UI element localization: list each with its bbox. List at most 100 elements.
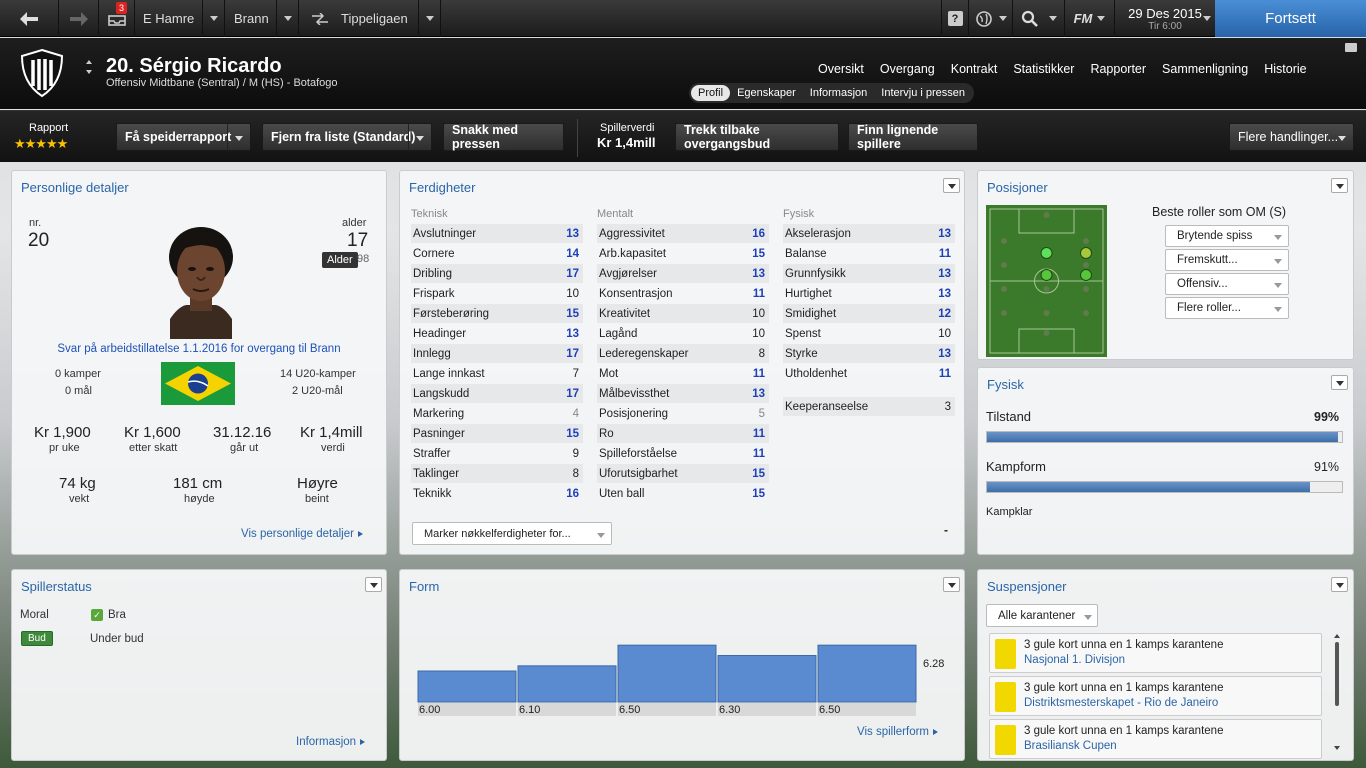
tab-historie[interactable]: Historie <box>1256 62 1314 76</box>
attribute-row[interactable]: Styrke 13 <box>783 344 955 363</box>
chevron-up-icon[interactable] <box>86 60 92 64</box>
attribute-row[interactable]: Straffer 9 <box>411 444 583 463</box>
scroll-down-icon[interactable] <box>1334 746 1340 750</box>
more-actions-button[interactable]: Flere handlinger... <box>1229 123 1354 151</box>
panel-menu-button[interactable] <box>1331 375 1348 390</box>
role-brytende-spiss[interactable]: Brytende spiss <box>1165 225 1289 247</box>
attribute-row[interactable]: Spenst 10 <box>783 324 955 343</box>
attribute-row[interactable]: Hurtighet 13 <box>783 284 955 303</box>
attribute-row[interactable]: Innlegg 17 <box>411 344 583 363</box>
form-bar[interactable] <box>717 655 817 703</box>
subtab-intervju[interactable]: Intervju i pressen <box>874 85 972 101</box>
withdraw-bid-button[interactable]: Trekk tilbake overgangsbud <box>675 123 839 151</box>
attribute-row[interactable]: Ro 11 <box>597 424 769 443</box>
scrollbar[interactable] <box>1332 632 1342 758</box>
suspension-competition[interactable]: Brasiliansk Cupen <box>1024 740 1117 752</box>
manager-menu[interactable]: E Hamre <box>135 0 203 37</box>
subtab-egenskaper[interactable]: Egenskaper <box>730 85 803 101</box>
chevron-down-icon[interactable] <box>86 70 92 74</box>
attribute-row[interactable]: Taklinger 8 <box>411 464 583 483</box>
suspension-item[interactable]: 3 gule kort unna en 1 kamps karantene Br… <box>989 719 1322 759</box>
attribute-row[interactable]: Dribling 17 <box>411 264 583 283</box>
tab-rapporter[interactable]: Rapporter <box>1082 62 1154 76</box>
back-button[interactable] <box>0 0 59 37</box>
attribute-row[interactable]: Lange innkast 7 <box>411 364 583 383</box>
panel-toggle-icon[interactable] <box>1345 43 1357 52</box>
player-switcher[interactable] <box>86 60 96 82</box>
date-dropdown-icon[interactable] <box>1203 16 1211 21</box>
inbox-button[interactable]: 3 <box>99 0 135 37</box>
suspension-item[interactable]: 3 gule kort unna en 1 kamps karantene Di… <box>989 676 1322 716</box>
subtab-informasjon[interactable]: Informasjon <box>803 85 874 101</box>
attribute-row[interactable]: Markering 4 <box>411 404 583 423</box>
panel-menu-button[interactable] <box>943 178 960 193</box>
work-permit-link[interactable]: Svar på arbeidstillatelse 1.1.2016 for o… <box>12 343 386 355</box>
attribute-row[interactable]: Uforutsigbarhet 15 <box>597 464 769 483</box>
attribute-row[interactable]: Lederegenskaper 8 <box>597 344 769 363</box>
form-bar[interactable] <box>817 644 917 703</box>
tab-sammenligning[interactable]: Sammenligning <box>1154 62 1256 76</box>
attribute-row[interactable]: Balanse 11 <box>783 244 955 263</box>
help-button[interactable]: ? <box>941 0 969 37</box>
panel-menu-button[interactable] <box>943 577 960 592</box>
attribute-row[interactable]: Posisjonering 5 <box>597 404 769 423</box>
highlight-attributes-select[interactable]: Marker nøkkelferdigheter for... <box>412 522 612 545</box>
form-bar[interactable] <box>517 665 617 703</box>
manager-dropdown[interactable] <box>203 0 225 37</box>
attribute-row[interactable]: Grunnfysikk 13 <box>783 264 955 283</box>
fm-menu[interactable]: FM <box>1065 0 1115 37</box>
status-info-link[interactable]: Informasjon <box>296 736 366 748</box>
attribute-row[interactable]: Keeperanseelse 3 <box>783 397 955 416</box>
personal-details-link[interactable]: Vis personlige detaljer <box>241 528 363 540</box>
attribute-row[interactable]: Spilleforståelse 11 <box>597 444 769 463</box>
scout-report-button[interactable]: Få speiderrapport <box>116 123 251 151</box>
league-menu[interactable]: Tippeligaen <box>299 0 419 37</box>
club-menu[interactable]: Brann <box>225 0 277 37</box>
tab-oversikt[interactable]: Oversikt <box>810 62 872 76</box>
attribute-row[interactable]: Lagånd 10 <box>597 324 769 343</box>
search-button[interactable] <box>1013 0 1065 37</box>
tab-overgang[interactable]: Overgang <box>872 62 943 76</box>
attribute-row[interactable]: Smidighet 12 <box>783 304 955 323</box>
attribute-row[interactable]: Avgjørelser 13 <box>597 264 769 283</box>
player-form-link[interactable]: Vis spillerform <box>857 726 938 738</box>
attribute-row[interactable]: Førsteberøring 15 <box>411 304 583 323</box>
panel-menu-button[interactable] <box>1331 577 1348 592</box>
role-offensiv[interactable]: Offensiv... <box>1165 273 1289 295</box>
attribute-row[interactable]: Avslutninger 13 <box>411 224 583 243</box>
forward-button[interactable] <box>59 0 99 37</box>
attribute-row[interactable]: Målbevissthet 13 <box>597 384 769 403</box>
attribute-row[interactable]: Langskudd 17 <box>411 384 583 403</box>
suspension-competition[interactable]: Nasjonal 1. Divisjon <box>1024 654 1125 666</box>
suspension-item[interactable]: 3 gule kort unna en 1 kamps karantene Na… <box>989 633 1322 673</box>
date-display[interactable]: 29 Des 2015 Tir 6:00 <box>1115 0 1215 37</box>
role-fremskutt[interactable]: Fremskutt... <box>1165 249 1289 271</box>
attribute-row[interactable]: Konsentrasjon 11 <box>597 284 769 303</box>
league-dropdown[interactable] <box>419 0 441 37</box>
remove-from-list-button[interactable]: Fjern fra liste (Standard) <box>262 123 432 151</box>
panel-menu-button[interactable] <box>1331 178 1348 193</box>
attribute-row[interactable]: Uten ball 15 <box>597 484 769 503</box>
attribute-row[interactable]: Mot 11 <box>597 364 769 383</box>
scroll-up-icon[interactable] <box>1334 634 1340 638</box>
form-bar[interactable] <box>617 644 717 703</box>
scroll-thumb[interactable] <box>1335 642 1339 706</box>
subtab-profil[interactable]: Profil <box>691 85 731 101</box>
find-similar-button[interactable]: Finn lignende spillere <box>848 123 978 151</box>
attribute-row[interactable]: Utholdenhet 11 <box>783 364 955 383</box>
talk-to-press-button[interactable]: Snakk med pressen <box>443 123 564 151</box>
attribute-row[interactable]: Frispark 10 <box>411 284 583 303</box>
panel-menu-button[interactable] <box>365 577 382 592</box>
form-bar[interactable] <box>417 670 517 703</box>
attribute-row[interactable]: Pasninger 15 <box>411 424 583 443</box>
attribute-row[interactable]: Arb.kapasitet 15 <box>597 244 769 263</box>
tab-statistikker[interactable]: Statistikker <box>1005 62 1082 76</box>
suspension-filter[interactable]: Alle karantener <box>986 604 1098 627</box>
world-button[interactable] <box>969 0 1013 37</box>
attribute-row[interactable]: Kreativitet 10 <box>597 304 769 323</box>
attribute-row[interactable]: Aggressivitet 16 <box>597 224 769 243</box>
suspension-competition[interactable]: Distriktsmesterskapet - Rio de Janeiro <box>1024 697 1218 709</box>
tab-kontrakt[interactable]: Kontrakt <box>943 62 1006 76</box>
attribute-row[interactable]: Akselerasjon 13 <box>783 224 955 243</box>
attribute-row[interactable]: Teknikk 16 <box>411 484 583 503</box>
